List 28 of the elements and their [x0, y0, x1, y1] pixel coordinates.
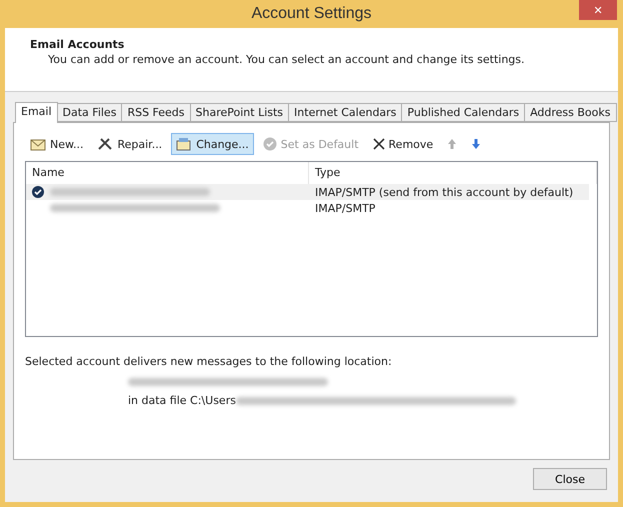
- down-arrow-icon: [471, 138, 482, 150]
- account-row[interactable]: IMAP/SMTP (send from this account by default): [26, 184, 589, 200]
- card-icon: [176, 137, 192, 151]
- envelope-icon: [30, 137, 46, 151]
- description-text: You can add or remove an account. You can select an account and change its settings.: [47, 53, 526, 66]
- tab[interactable]: Data Files: [56, 103, 122, 122]
- up-arrow-icon: [447, 138, 458, 150]
- tab[interactable]: Email: [15, 102, 58, 123]
- tab[interactable]: RSS Feeds: [121, 103, 191, 122]
- tab[interactable]: Address Books: [524, 103, 616, 122]
- table-cell-text: IMAP/SMTP: [314, 202, 376, 214]
- change-button[interactable]: Change...: [171, 133, 254, 155]
- account-row[interactable]: IMAP/SMTP: [26, 200, 589, 216]
- close-button[interactable]: ✕: [579, 0, 617, 20]
- tab[interactable]: SharePoint Lists: [190, 103, 290, 122]
- location-label: Selected account delivers new messages to the following location:: [25, 355, 393, 368]
- tab[interactable]: Internet Calendars: [288, 103, 402, 122]
- tab[interactable]: Published Calendars: [401, 103, 526, 122]
- table-cell-text: IMAP/SMTP (send from this account by default): [314, 186, 574, 198]
- data-file-path: in data file C:\Users: [128, 394, 236, 407]
- new-button[interactable]: New...: [25, 133, 88, 155]
- repair-button[interactable]: Repair...: [92, 133, 168, 155]
- close-dialog-button[interactable]: Close: [533, 468, 607, 490]
- remove-button[interactable]: Remove: [368, 133, 438, 155]
- close-icon: [372, 138, 385, 150]
- check-circle-icon: [262, 137, 277, 151]
- section-title: Email Accounts: [30, 38, 126, 51]
- window-title: Account Settings: [251, 5, 372, 23]
